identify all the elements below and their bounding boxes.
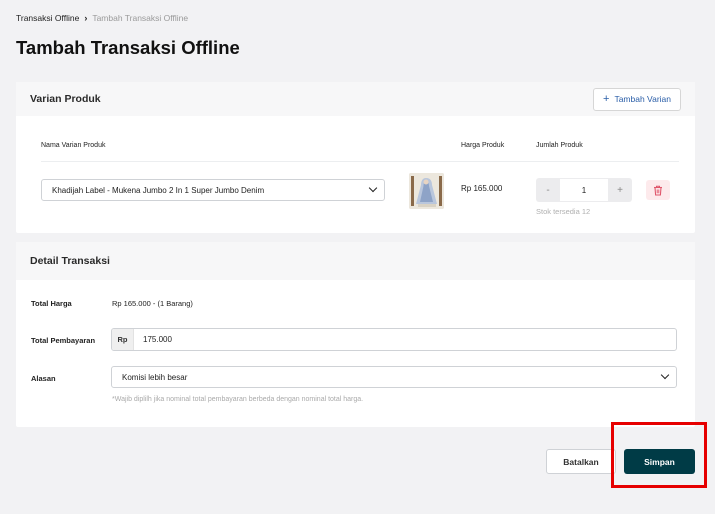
product-thumbnail [409,173,444,209]
column-header-price: Harga Produk [461,142,505,149]
detail-transaksi-title: Detail Transaksi [30,255,110,267]
product-price: Rp 165.000 [461,184,503,193]
varian-produk-title: Varian Produk [30,93,101,105]
save-button[interactable]: Simpan [624,449,695,474]
decrement-button[interactable]: - [536,178,560,202]
breadcrumb: Transaksi Offline › Tambah Transaksi Off… [16,13,188,23]
product-variant-value: Khadijah Label - Mukena Jumbo 2 In 1 Sup… [52,185,265,195]
breadcrumb-current: Tambah Transaksi Offline [92,13,189,23]
increment-button[interactable]: + [608,178,632,202]
varian-produk-header: Varian Produk + Tambah Varian [16,82,695,116]
column-header-name: Nama Varian Produk [41,142,106,149]
trash-icon [654,185,662,196]
header-divider [41,161,679,162]
column-header-qty: Jumlah Produk [536,142,583,149]
quantity-input[interactable]: 1 [560,178,608,202]
alasan-hint: *Wajib diplilh jika nominal total pembay… [112,396,364,403]
breadcrumb-home-link[interactable]: Transaksi Offline [16,13,79,23]
chevron-down-icon [368,183,378,193]
product-variant-select[interactable]: Khadijah Label - Mukena Jumbo 2 In 1 Sup… [41,179,385,201]
cancel-button[interactable]: Batalkan [546,449,616,474]
varian-produk-card: Varian Produk + Tambah Varian Nama Varia… [16,82,695,233]
quantity-stepper: - 1 + [536,178,632,202]
total-harga-label: Total Harga [31,299,72,308]
total-pembayaran-field[interactable]: Rp 175.000 [111,328,677,351]
detail-transaksi-header: Detail Transaksi [16,242,695,280]
page-title: Tambah Transaksi Offline [16,37,240,58]
tambah-varian-button[interactable]: + Tambah Varian [593,87,681,111]
alasan-label: Alasan [31,374,56,383]
chevron-right-icon: › [84,13,88,23]
tambah-varian-label: Tambah Varian [614,94,671,104]
currency-prefix: Rp [112,329,134,350]
total-pembayaran-value: 175.000 [143,335,172,344]
plus-icon: + [603,92,610,105]
total-pembayaran-label: Total Pembayaran [31,336,96,345]
alasan-value: Komisi lebih besar [122,372,188,382]
total-harga-value: Rp 165.000 - (1 Barang) [112,299,193,308]
alasan-select[interactable]: Komisi lebih besar [111,366,677,388]
stock-available: Stok tersedia 12 [536,207,591,216]
delete-variant-button[interactable] [646,180,670,200]
detail-transaksi-card: Detail Transaksi Total Harga Rp 165.000 … [16,242,695,427]
chevron-down-icon [660,370,670,380]
